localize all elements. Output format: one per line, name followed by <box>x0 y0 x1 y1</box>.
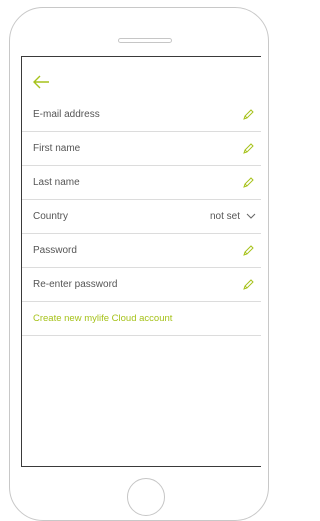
country-select[interactable]: Country not set <box>22 200 261 234</box>
chevron-down-icon[interactable] <box>246 213 256 219</box>
country-label: Country <box>33 211 69 222</box>
create-account-link[interactable]: Create new mylife Cloud account <box>33 313 172 324</box>
reenter-password-field[interactable]: Re-enter password <box>22 268 261 302</box>
email-label: E-mail address <box>33 109 100 120</box>
pencil-icon[interactable] <box>242 109 254 121</box>
pencil-icon[interactable] <box>242 143 254 155</box>
reenter-password-label: Re-enter password <box>33 279 118 290</box>
pencil-icon[interactable] <box>242 177 254 189</box>
first-name-field[interactable]: First name <box>22 132 261 166</box>
country-value: not set <box>209 211 240 222</box>
home-button[interactable] <box>127 478 165 516</box>
account-form: E-mail address First name Last name Coun… <box>22 98 261 336</box>
pencil-icon[interactable] <box>242 245 254 257</box>
arrow-left-icon[interactable] <box>32 75 50 89</box>
app-screen: E-mail address First name Last name Coun… <box>21 56 261 467</box>
password-label: Password <box>33 245 77 256</box>
pencil-icon[interactable] <box>242 279 254 291</box>
password-field[interactable]: Password <box>22 234 261 268</box>
last-name-field[interactable]: Last name <box>22 166 261 200</box>
create-account-link-row: Create new mylife Cloud account <box>22 302 261 336</box>
email-field[interactable]: E-mail address <box>22 98 261 132</box>
first-name-label: First name <box>33 143 81 154</box>
phone-speaker <box>118 38 172 43</box>
last-name-label: Last name <box>33 177 80 188</box>
